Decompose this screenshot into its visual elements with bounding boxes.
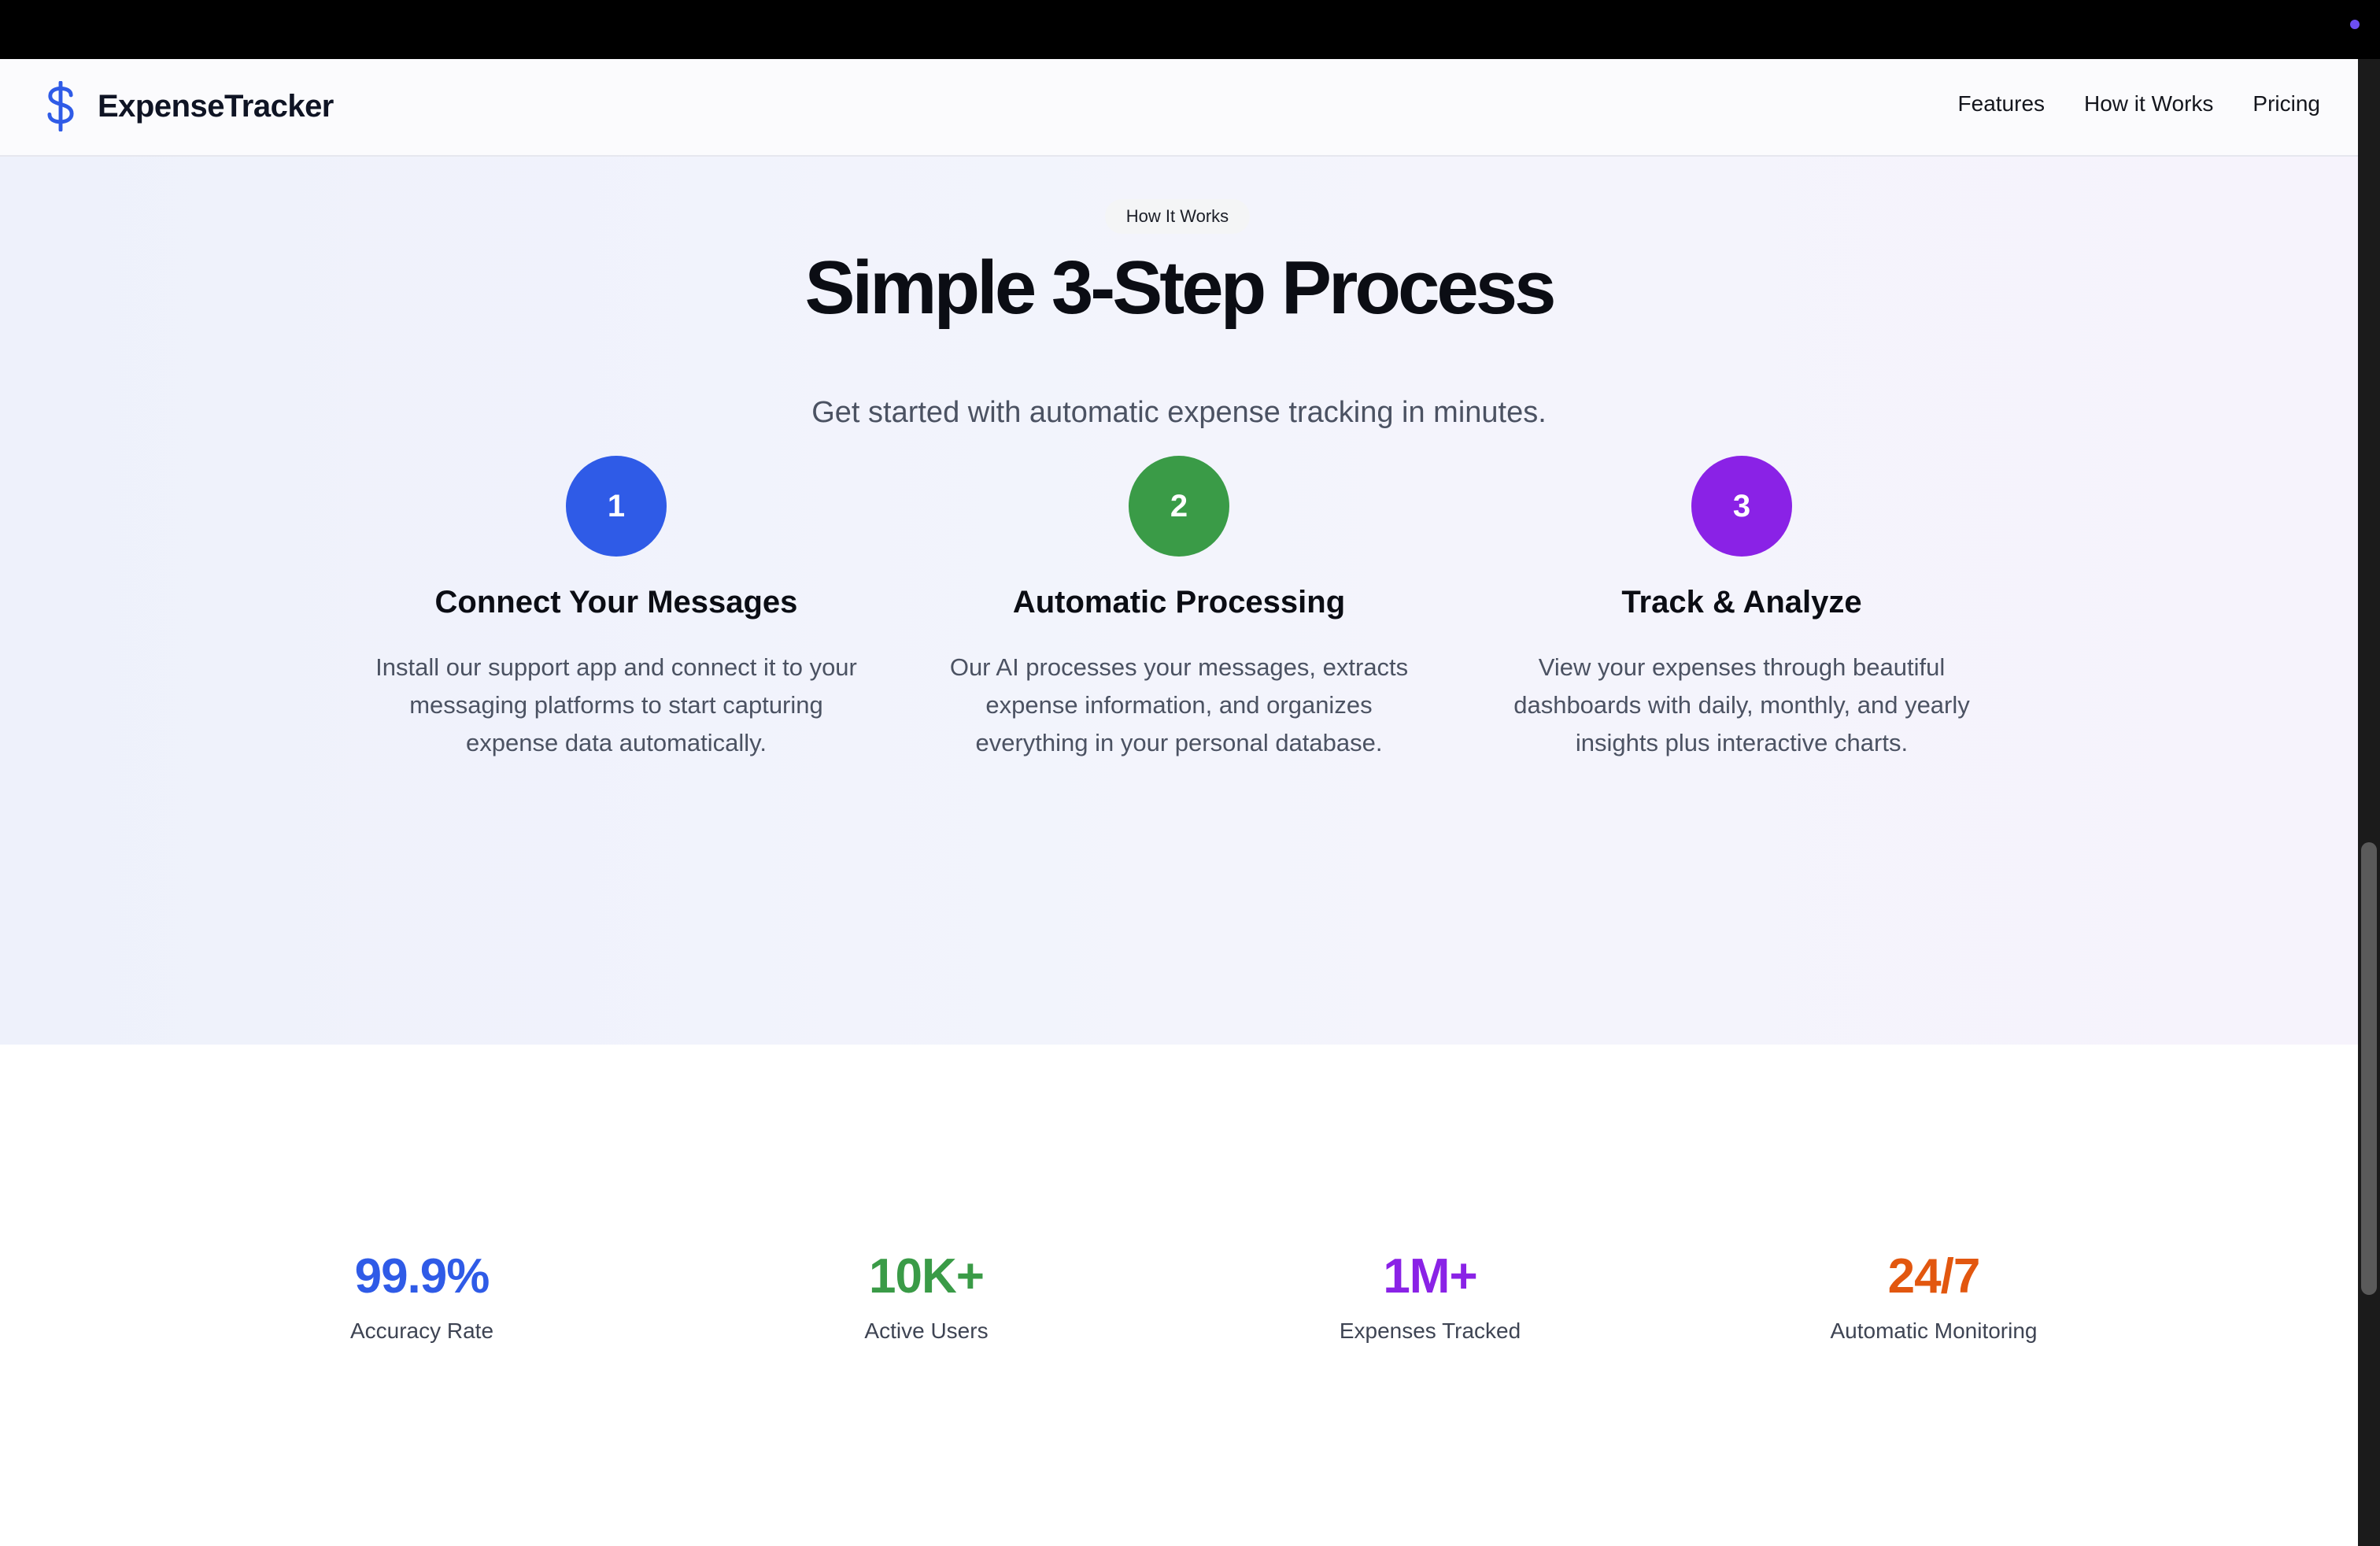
stat-accuracy: 99.9% Accuracy Rate [241, 1248, 603, 1344]
nav-link-pricing[interactable]: Pricing [2252, 91, 2320, 117]
scrollbar-thumb[interactable] [2361, 842, 2377, 1295]
step-description: View your expenses through beautiful das… [1513, 653, 1970, 756]
status-dot-icon [2350, 20, 2360, 29]
step-card-1: 1 Connect Your Messages Install our supp… [357, 456, 876, 762]
stats-section: 99.9% Accuracy Rate 10K+ Active Users 1M… [0, 1045, 2358, 1546]
stat-label: Expenses Tracked [1339, 1319, 1521, 1343]
step-description: Install our support app and connect it t… [375, 653, 857, 756]
dollar-sign-icon [47, 81, 74, 131]
stat-value: 10K+ [869, 1249, 985, 1304]
step-title: Automatic Processing [1012, 585, 1346, 620]
step-card-2: 2 Automatic Processing Our AI processes … [919, 456, 1439, 762]
nav-link-features[interactable]: Features [1958, 91, 2046, 117]
step-title: Connect Your Messages [434, 585, 798, 620]
stat-active-users: 10K+ Active Users [745, 1248, 1107, 1344]
step-card-3: 3 Track & Analyze View your expenses thr… [1482, 456, 2001, 762]
stat-value: 24/7 [1887, 1249, 1981, 1304]
stat-label: Active Users [864, 1319, 989, 1343]
stat-label: Accuracy Rate [349, 1319, 494, 1343]
step-number-badge: 2 [1129, 456, 1229, 557]
stat-value: 1M+ [1383, 1249, 1477, 1304]
browser-top-bar [0, 0, 2380, 59]
stat-expenses-tracked: 1M+ Expenses Tracked [1249, 1248, 1611, 1344]
stat-monitoring: 24/7 Automatic Monitoring [1753, 1248, 2115, 1344]
step-number-badge: 1 [566, 456, 667, 557]
navbar: ExpenseTracker Features How it Works Pri… [0, 59, 2358, 157]
nav-link-how-it-works[interactable]: How it Works [2084, 91, 2213, 117]
step-description: Our AI processes your messages, extracts… [949, 653, 1409, 756]
stat-label: Automatic Monitoring [1830, 1319, 2038, 1343]
nav-links: Features How it Works Pricing [1958, 91, 2320, 117]
section-title: Simple 3-Step Process [804, 246, 1556, 330]
section-subtitle: Get started with automatic expense track… [811, 396, 1547, 429]
how-it-works-section: How It Works Simple 3-Step Process Get s… [0, 157, 2358, 1045]
section-badge: How It Works [1105, 199, 1250, 234]
brand-logo[interactable]: ExpenseTracker [42, 81, 334, 131]
brand-name: ExpenseTracker [98, 88, 334, 124]
page-viewport: ExpenseTracker Features How it Works Pri… [0, 59, 2358, 1546]
step-title: Track & Analyze [1621, 585, 1862, 620]
step-number-badge: 3 [1691, 456, 1792, 557]
vertical-scrollbar[interactable] [2358, 59, 2380, 1546]
stat-value: 99.9% [354, 1249, 490, 1304]
